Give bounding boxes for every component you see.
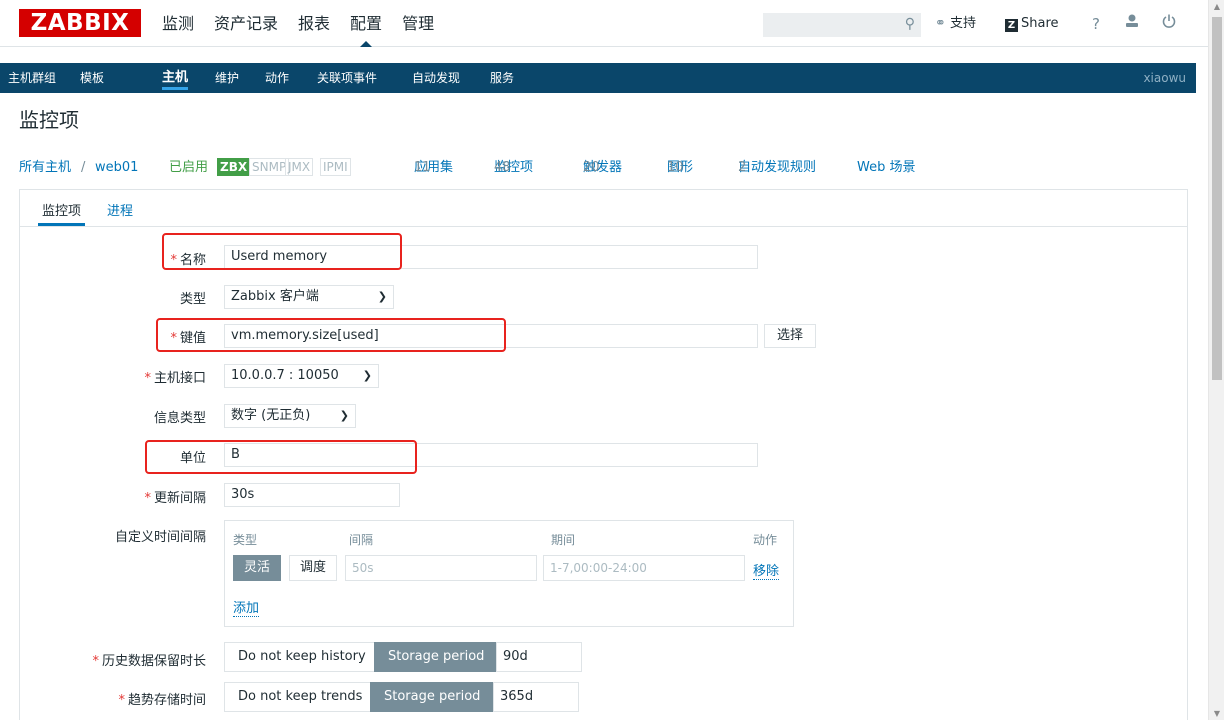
user-profile-icon[interactable] (1125, 13, 1139, 35)
discovery-count: 2 (738, 160, 747, 175)
menu-configuration[interactable]: 配置 (350, 0, 382, 47)
menu-administration[interactable]: 管理 (402, 0, 434, 47)
triggers-count: 20 (583, 160, 600, 175)
breadcrumb: 所有主机 / web01 已启用 ZBX SNMP JMX IPMI 应用集 1… (19, 158, 1019, 178)
form-tabs: 监控项 进程 (20, 190, 1187, 227)
scroll-up-icon[interactable]: ▲ (1209, 2, 1224, 11)
share-label: Share (1021, 16, 1059, 31)
units-label: 单位 (179, 451, 206, 466)
subnav-hosts[interactable]: 主机 (162, 63, 189, 93)
page-title: 监控项 (19, 108, 79, 132)
breadcrumb-host[interactable]: web01 (95, 158, 138, 178)
subnav-templates[interactable]: 模板 (80, 63, 104, 93)
info-type-select[interactable]: 数字 (无正负) ❯ (224, 404, 356, 428)
chevron-down-icon: ❯ (339, 409, 349, 422)
items-count: 48 (494, 160, 511, 175)
scrollbar-thumb[interactable] (1212, 17, 1222, 380)
support-label: 支持 (950, 16, 977, 31)
col-interval: 间隔 (349, 533, 374, 547)
search-input[interactable]: ⚲ (763, 13, 921, 37)
trends-input[interactable]: 365d (493, 682, 579, 712)
main-menu: 监测 资产记录 报表 配置 管理 (162, 0, 454, 47)
tab-preprocessing[interactable]: 进程 (107, 200, 133, 219)
breadcrumb-all-hosts[interactable]: 所有主机 (19, 158, 71, 178)
flexible-toggle[interactable]: 灵活 (233, 555, 282, 581)
availability-jmx: JMX (285, 158, 314, 176)
menu-monitoring[interactable]: 监测 (162, 0, 194, 47)
required-marker: * (170, 331, 177, 346)
share-link[interactable]: Z Share (1005, 13, 1059, 35)
interval-label: * 更新间隔 (144, 491, 206, 506)
availability-ipmi: IPMI (320, 158, 351, 176)
trends-label: * 趋势存储时间 (118, 693, 206, 708)
required-marker: * (144, 491, 151, 506)
zabbix-share-icon: Z (1005, 19, 1018, 32)
breadcrumb-web-scenarios[interactable]: Web 场景 (857, 158, 915, 178)
info-type-label: 信息类型 (153, 411, 206, 426)
do-not-keep-history-option[interactable]: Do not keep history (224, 642, 380, 672)
col-period: 期间 (551, 533, 576, 547)
required-marker: * (118, 693, 125, 708)
tab-item[interactable]: 监控项 (37, 200, 86, 226)
type-select[interactable]: Zabbix 客户端 ❯ (224, 285, 394, 309)
discovery-label: 自动发现规则 (738, 160, 817, 175)
scheduling-toggle[interactable]: 调度 (289, 555, 338, 581)
trends-storage-period-option[interactable]: Storage period (370, 682, 495, 712)
search-icon[interactable]: ⚲ (905, 16, 915, 32)
top-header: ZABBIX 监测 资产记录 报表 配置 管理 ⚲ ⚭ 支持 Z Share ? (0, 0, 1208, 47)
col-type: 类型 (233, 533, 258, 547)
subnav-actions[interactable]: 动作 (265, 63, 289, 93)
help-icon[interactable]: ? (1092, 13, 1100, 35)
chevron-down-icon: ❯ (377, 290, 387, 303)
chevron-down-icon: ❯ (362, 369, 372, 382)
custom-intervals-label: 自定义时间间隔 (114, 530, 206, 545)
col-action: 动作 (753, 533, 778, 547)
support-link[interactable]: ⚭ 支持 (935, 13, 976, 35)
menu-reports[interactable]: 报表 (298, 0, 330, 47)
graphs-count: 10 (667, 160, 684, 175)
headset-icon: ⚭ (935, 16, 946, 31)
username: xiaowu (1143, 71, 1186, 85)
name-label: * 名称 (170, 253, 206, 268)
logout-icon[interactable] (1162, 13, 1176, 35)
history-input[interactable]: 90d (496, 642, 582, 672)
custom-intervals-table: 类型 间隔 期间 动作 灵活 调度 50s 1-7,00:00-24:00 移除… (224, 520, 794, 627)
name-input[interactable]: Userd memory (224, 245, 758, 269)
required-marker: * (170, 253, 177, 268)
menu-inventory[interactable]: 资产记录 (214, 0, 278, 47)
breadcrumb-separator: / (81, 160, 86, 175)
scroll-down-icon[interactable]: ▼ (1209, 709, 1224, 718)
required-marker: * (92, 654, 99, 669)
subnav-host-groups[interactable]: 主机群组 (8, 63, 56, 93)
type-label: 类型 (179, 292, 206, 307)
units-input[interactable]: B (224, 443, 758, 467)
history-label: * 历史数据保留时长 (92, 654, 206, 669)
history-storage-period-option[interactable]: Storage period (374, 642, 499, 672)
subnav-event-correlation[interactable]: 关联项事件 (317, 63, 377, 93)
remove-link[interactable]: 移除 (753, 560, 780, 580)
applications-count: 11 (414, 160, 431, 175)
interface-label: * 主机接口 (144, 371, 206, 386)
sub-navigation: 主机群组 模板 主机 维护 动作 关联项事件 自动发现 服务 xiaowu (0, 63, 1196, 93)
page-scrollbar[interactable]: ▲ ▼ (1208, 0, 1224, 720)
item-form: 监控项 进程 * 名称 Userd memory 类型 Zabbix 客户端 ❯ *… (19, 189, 1188, 720)
do-not-keep-trends-option[interactable]: Do not keep trends (224, 682, 377, 712)
interface-select[interactable]: 10.0.0.7 : 10050 ❯ (224, 364, 379, 388)
availability-zbx: ZBX (217, 158, 251, 176)
key-input[interactable]: vm.memory.size[used] (224, 324, 758, 348)
availability-snmp: SNMP (249, 158, 290, 176)
host-status-enabled[interactable]: 已启用 (169, 158, 208, 178)
required-marker: * (144, 371, 151, 386)
custom-interval-input[interactable]: 50s (345, 555, 537, 581)
interval-input[interactable]: 30s (224, 483, 400, 507)
subnav-services[interactable]: 服务 (490, 63, 514, 93)
select-key-button[interactable]: 选择 (764, 324, 817, 348)
key-label: * 键值 (170, 331, 206, 346)
subnav-discovery[interactable]: 自动发现 (412, 63, 460, 93)
custom-period-input[interactable]: 1-7,00:00-24:00 (543, 555, 745, 581)
subnav-maintenance[interactable]: 维护 (215, 63, 239, 93)
add-link[interactable]: 添加 (233, 597, 260, 617)
zabbix-logo[interactable]: ZABBIX (19, 9, 141, 37)
